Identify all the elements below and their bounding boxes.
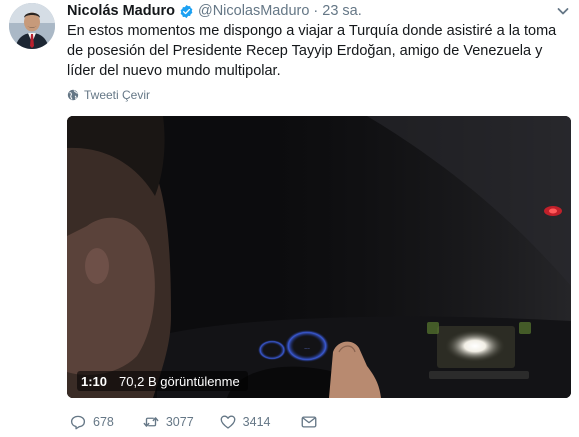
translate-tweet-link[interactable]: Tweeti Çevir bbox=[67, 88, 150, 102]
retweet-count: 3077 bbox=[165, 415, 194, 429]
tweet: Nicolás Maduro @NicolasMaduro · 23 sa. E… bbox=[0, 0, 579, 437]
video-frame: ... bbox=[67, 116, 571, 398]
globe-icon bbox=[67, 89, 79, 101]
avatar-image bbox=[9, 3, 55, 49]
translate-label: Tweeti Çevir bbox=[84, 88, 151, 102]
author-name[interactable]: Nicolás Maduro bbox=[67, 3, 175, 19]
direct-message-button[interactable] bbox=[300, 413, 324, 431]
tweet-text: En estos momentos me dispongo a viajar a… bbox=[67, 23, 557, 79]
header-separator: · bbox=[313, 3, 319, 19]
tweet-actions: 678 3077 3414 bbox=[67, 412, 324, 432]
video-view-count: 70,2 B görüntülenme bbox=[119, 373, 240, 389]
video-duration: 1:10 bbox=[81, 373, 108, 389]
like-button[interactable]: 3414 bbox=[219, 413, 271, 431]
avatar[interactable] bbox=[9, 3, 55, 49]
tweet-header: Nicolás Maduro @NicolasMaduro · 23 sa. bbox=[67, 1, 362, 21]
envelope-icon bbox=[302, 416, 317, 428]
tweet-timestamp[interactable]: 23 sa. bbox=[322, 3, 362, 19]
verified-badge-icon bbox=[179, 4, 194, 19]
like-count: 3414 bbox=[242, 415, 271, 429]
reply-button[interactable]: 678 bbox=[69, 413, 114, 431]
video-info-badge: 1:10 70,2 B görüntülenme bbox=[77, 371, 248, 391]
heart-icon bbox=[220, 415, 236, 429]
svg-text:...: ... bbox=[304, 344, 310, 351]
chevron-down-icon[interactable] bbox=[555, 3, 571, 19]
author-handle[interactable]: @NicolasMaduro bbox=[198, 3, 309, 19]
video-player[interactable]: ... 1:10 70,2 B görüntülenme bbox=[67, 116, 571, 398]
reply-count: 678 bbox=[93, 415, 114, 429]
retweet-button[interactable]: 3077 bbox=[142, 413, 194, 431]
retweet-icon bbox=[143, 417, 159, 427]
reply-icon bbox=[70, 415, 86, 430]
